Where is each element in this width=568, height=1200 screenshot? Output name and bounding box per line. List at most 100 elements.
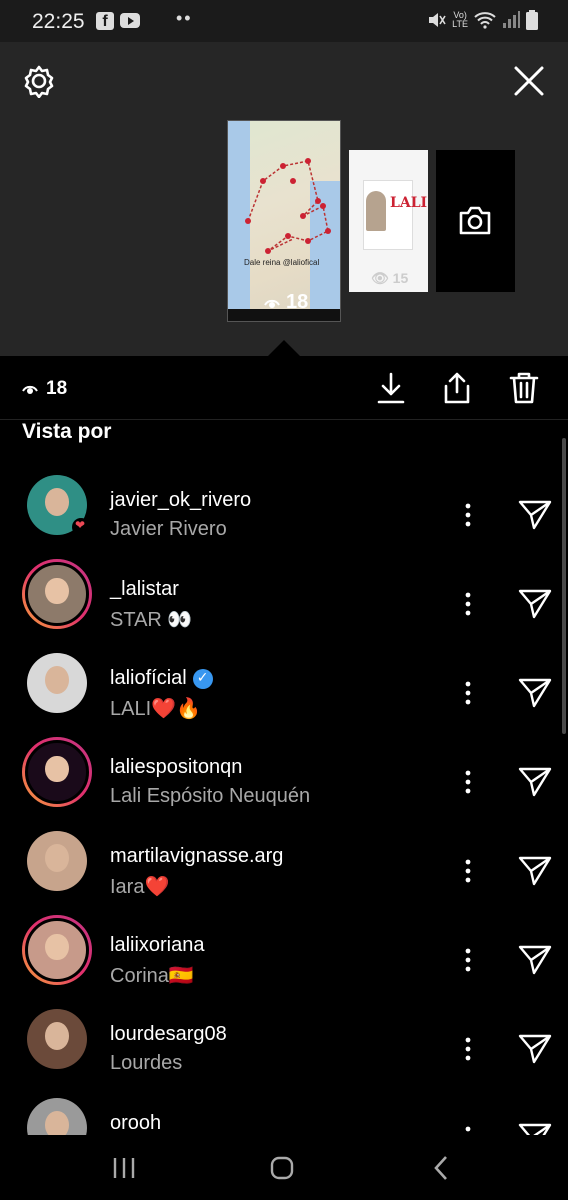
story-caption: Dale reina @laliofical bbox=[244, 258, 320, 267]
viewer-fullname: Iara❤️ bbox=[110, 876, 170, 898]
send-message-icon[interactable] bbox=[518, 1032, 552, 1064]
facebook-icon: f bbox=[96, 12, 114, 30]
viewer-username-row[interactable]: javier_ok_rivero bbox=[110, 489, 251, 512]
avatar-face bbox=[45, 933, 69, 961]
viewer-username: laliespositonqn bbox=[110, 756, 243, 778]
more-options-icon[interactable] bbox=[460, 769, 476, 795]
more-notifications-icon: •• bbox=[176, 8, 193, 28]
viewer-username: martilavignasse.arg bbox=[110, 845, 284, 867]
concert-poster-image: LALI bbox=[363, 180, 427, 250]
viewer-fullname: Lourdes bbox=[110, 1052, 183, 1074]
avatar-face bbox=[45, 1022, 69, 1050]
signal-icon bbox=[503, 11, 520, 28]
send-message-icon[interactable] bbox=[518, 854, 552, 886]
story-view-count: 👁 15 bbox=[371, 270, 409, 286]
more-options-icon[interactable] bbox=[460, 947, 476, 973]
viewer-username: _lalistar bbox=[110, 578, 179, 600]
avatar[interactable] bbox=[22, 559, 92, 629]
share-icon[interactable] bbox=[439, 370, 475, 406]
add-story-camera-tile[interactable] bbox=[436, 150, 515, 292]
settings-gear-icon[interactable] bbox=[22, 64, 56, 98]
more-options-icon[interactable] bbox=[460, 858, 476, 884]
volte-icon: Vo) LTE bbox=[452, 10, 468, 29]
avatar-face bbox=[45, 488, 69, 516]
avatar[interactable] bbox=[22, 737, 92, 807]
eye-icon bbox=[264, 299, 280, 308]
story-actions-row: 18 bbox=[0, 356, 568, 420]
viewer-row[interactable]: laliofícial LALI❤️🔥 bbox=[0, 648, 568, 737]
viewer-username-row[interactable]: _lalistar bbox=[110, 578, 179, 601]
system-nav-bar bbox=[0, 1135, 568, 1200]
viewer-fullname: Corina🇪🇸 bbox=[110, 965, 194, 987]
avatar[interactable] bbox=[27, 1009, 87, 1069]
battery-icon bbox=[526, 10, 538, 30]
back-icon[interactable] bbox=[432, 1155, 450, 1181]
home-icon[interactable] bbox=[270, 1156, 294, 1180]
selected-story-pointer bbox=[268, 340, 300, 356]
avatar[interactable] bbox=[27, 653, 87, 713]
viewer-fullname: STAR 👀 bbox=[110, 609, 193, 631]
avatar-image bbox=[25, 562, 89, 626]
viewer-username-row[interactable]: martilavignasse.arg bbox=[110, 845, 283, 868]
viewer-username: javier_ok_rivero bbox=[110, 489, 252, 511]
camera-icon bbox=[459, 206, 491, 235]
like-heart-icon bbox=[72, 518, 90, 536]
viewer-username: laliixoriana bbox=[110, 934, 205, 956]
viewer-username-row[interactable]: laliixoriana bbox=[110, 934, 205, 957]
wifi-icon bbox=[474, 12, 496, 29]
story-view-count-value: 15 bbox=[392, 270, 409, 286]
recent-apps-icon[interactable] bbox=[112, 1157, 136, 1179]
more-options-icon[interactable] bbox=[460, 680, 476, 706]
viewer-username: orooh bbox=[110, 1112, 162, 1134]
avatar[interactable] bbox=[27, 831, 87, 891]
viewer-username-row[interactable]: lourdesarg08 bbox=[110, 1023, 227, 1046]
story-thumbnail[interactable]: LALI 👁 15 bbox=[349, 150, 428, 292]
viewer-list[interactable]: javier_ok_rivero Javier Rivero _lalistar… bbox=[0, 455, 568, 1135]
send-message-icon[interactable] bbox=[518, 498, 552, 530]
send-message-icon[interactable] bbox=[518, 765, 552, 797]
viewer-row[interactable]: javier_ok_rivero Javier Rivero bbox=[0, 470, 568, 559]
avatar-face bbox=[45, 577, 69, 605]
send-message-icon[interactable] bbox=[518, 676, 552, 708]
more-options-icon[interactable] bbox=[460, 1125, 476, 1135]
avatar-face bbox=[45, 1111, 69, 1135]
story-thumbnail-selected[interactable]: Dale reina @laliofical 18 bbox=[227, 120, 341, 322]
download-icon[interactable] bbox=[373, 370, 409, 406]
scrollbar[interactable] bbox=[562, 438, 566, 734]
poster-figure bbox=[366, 191, 386, 231]
avatar-face bbox=[45, 844, 69, 872]
viewer-username: laliofícial bbox=[110, 667, 187, 689]
views-count: 18 bbox=[22, 378, 67, 400]
avatar[interactable] bbox=[27, 1098, 87, 1135]
poster-title: LALI bbox=[390, 195, 428, 211]
views-count-value: 18 bbox=[46, 378, 68, 399]
status-icons: Vo) LTE bbox=[426, 10, 538, 30]
send-message-icon[interactable] bbox=[518, 943, 552, 975]
send-message-icon[interactable] bbox=[518, 587, 552, 619]
viewer-row[interactable]: laliixoriana Corina🇪🇸 bbox=[0, 915, 568, 1004]
delete-icon[interactable] bbox=[506, 370, 542, 406]
avatar-image bbox=[25, 740, 89, 804]
close-icon[interactable] bbox=[512, 64, 546, 98]
viewers-section-title: Vista por bbox=[22, 420, 112, 443]
status-time: 22:25 bbox=[32, 10, 85, 33]
viewer-fullname: Javier Rivero bbox=[110, 518, 227, 540]
avatar-face bbox=[45, 755, 69, 783]
viewer-username-row[interactable]: laliofícial bbox=[110, 667, 213, 690]
viewer-username-row[interactable]: orooh bbox=[110, 1112, 161, 1135]
avatar[interactable] bbox=[22, 915, 92, 985]
verified-badge-icon bbox=[192, 668, 213, 689]
avatar-face bbox=[45, 666, 69, 694]
youtube-icon bbox=[120, 13, 140, 28]
viewer-row[interactable]: laliespositonqn Lali Espósito Neuquén bbox=[0, 737, 568, 826]
viewer-row[interactable]: _lalistar STAR 👀 bbox=[0, 559, 568, 648]
more-options-icon[interactable] bbox=[460, 591, 476, 617]
viewer-row[interactable]: martilavignasse.arg Iara❤️ bbox=[0, 826, 568, 915]
viewer-row[interactable]: lourdesarg08 Lourdes bbox=[0, 1004, 568, 1093]
send-message-icon[interactable] bbox=[518, 1121, 552, 1135]
more-options-icon[interactable] bbox=[460, 1036, 476, 1062]
more-options-icon[interactable] bbox=[460, 502, 476, 528]
viewer-username-row[interactable]: laliespositonqn bbox=[110, 756, 242, 779]
viewer-row[interactable]: orooh bbox=[0, 1093, 568, 1135]
viewer-fullname: LALI❤️🔥 bbox=[110, 698, 201, 720]
